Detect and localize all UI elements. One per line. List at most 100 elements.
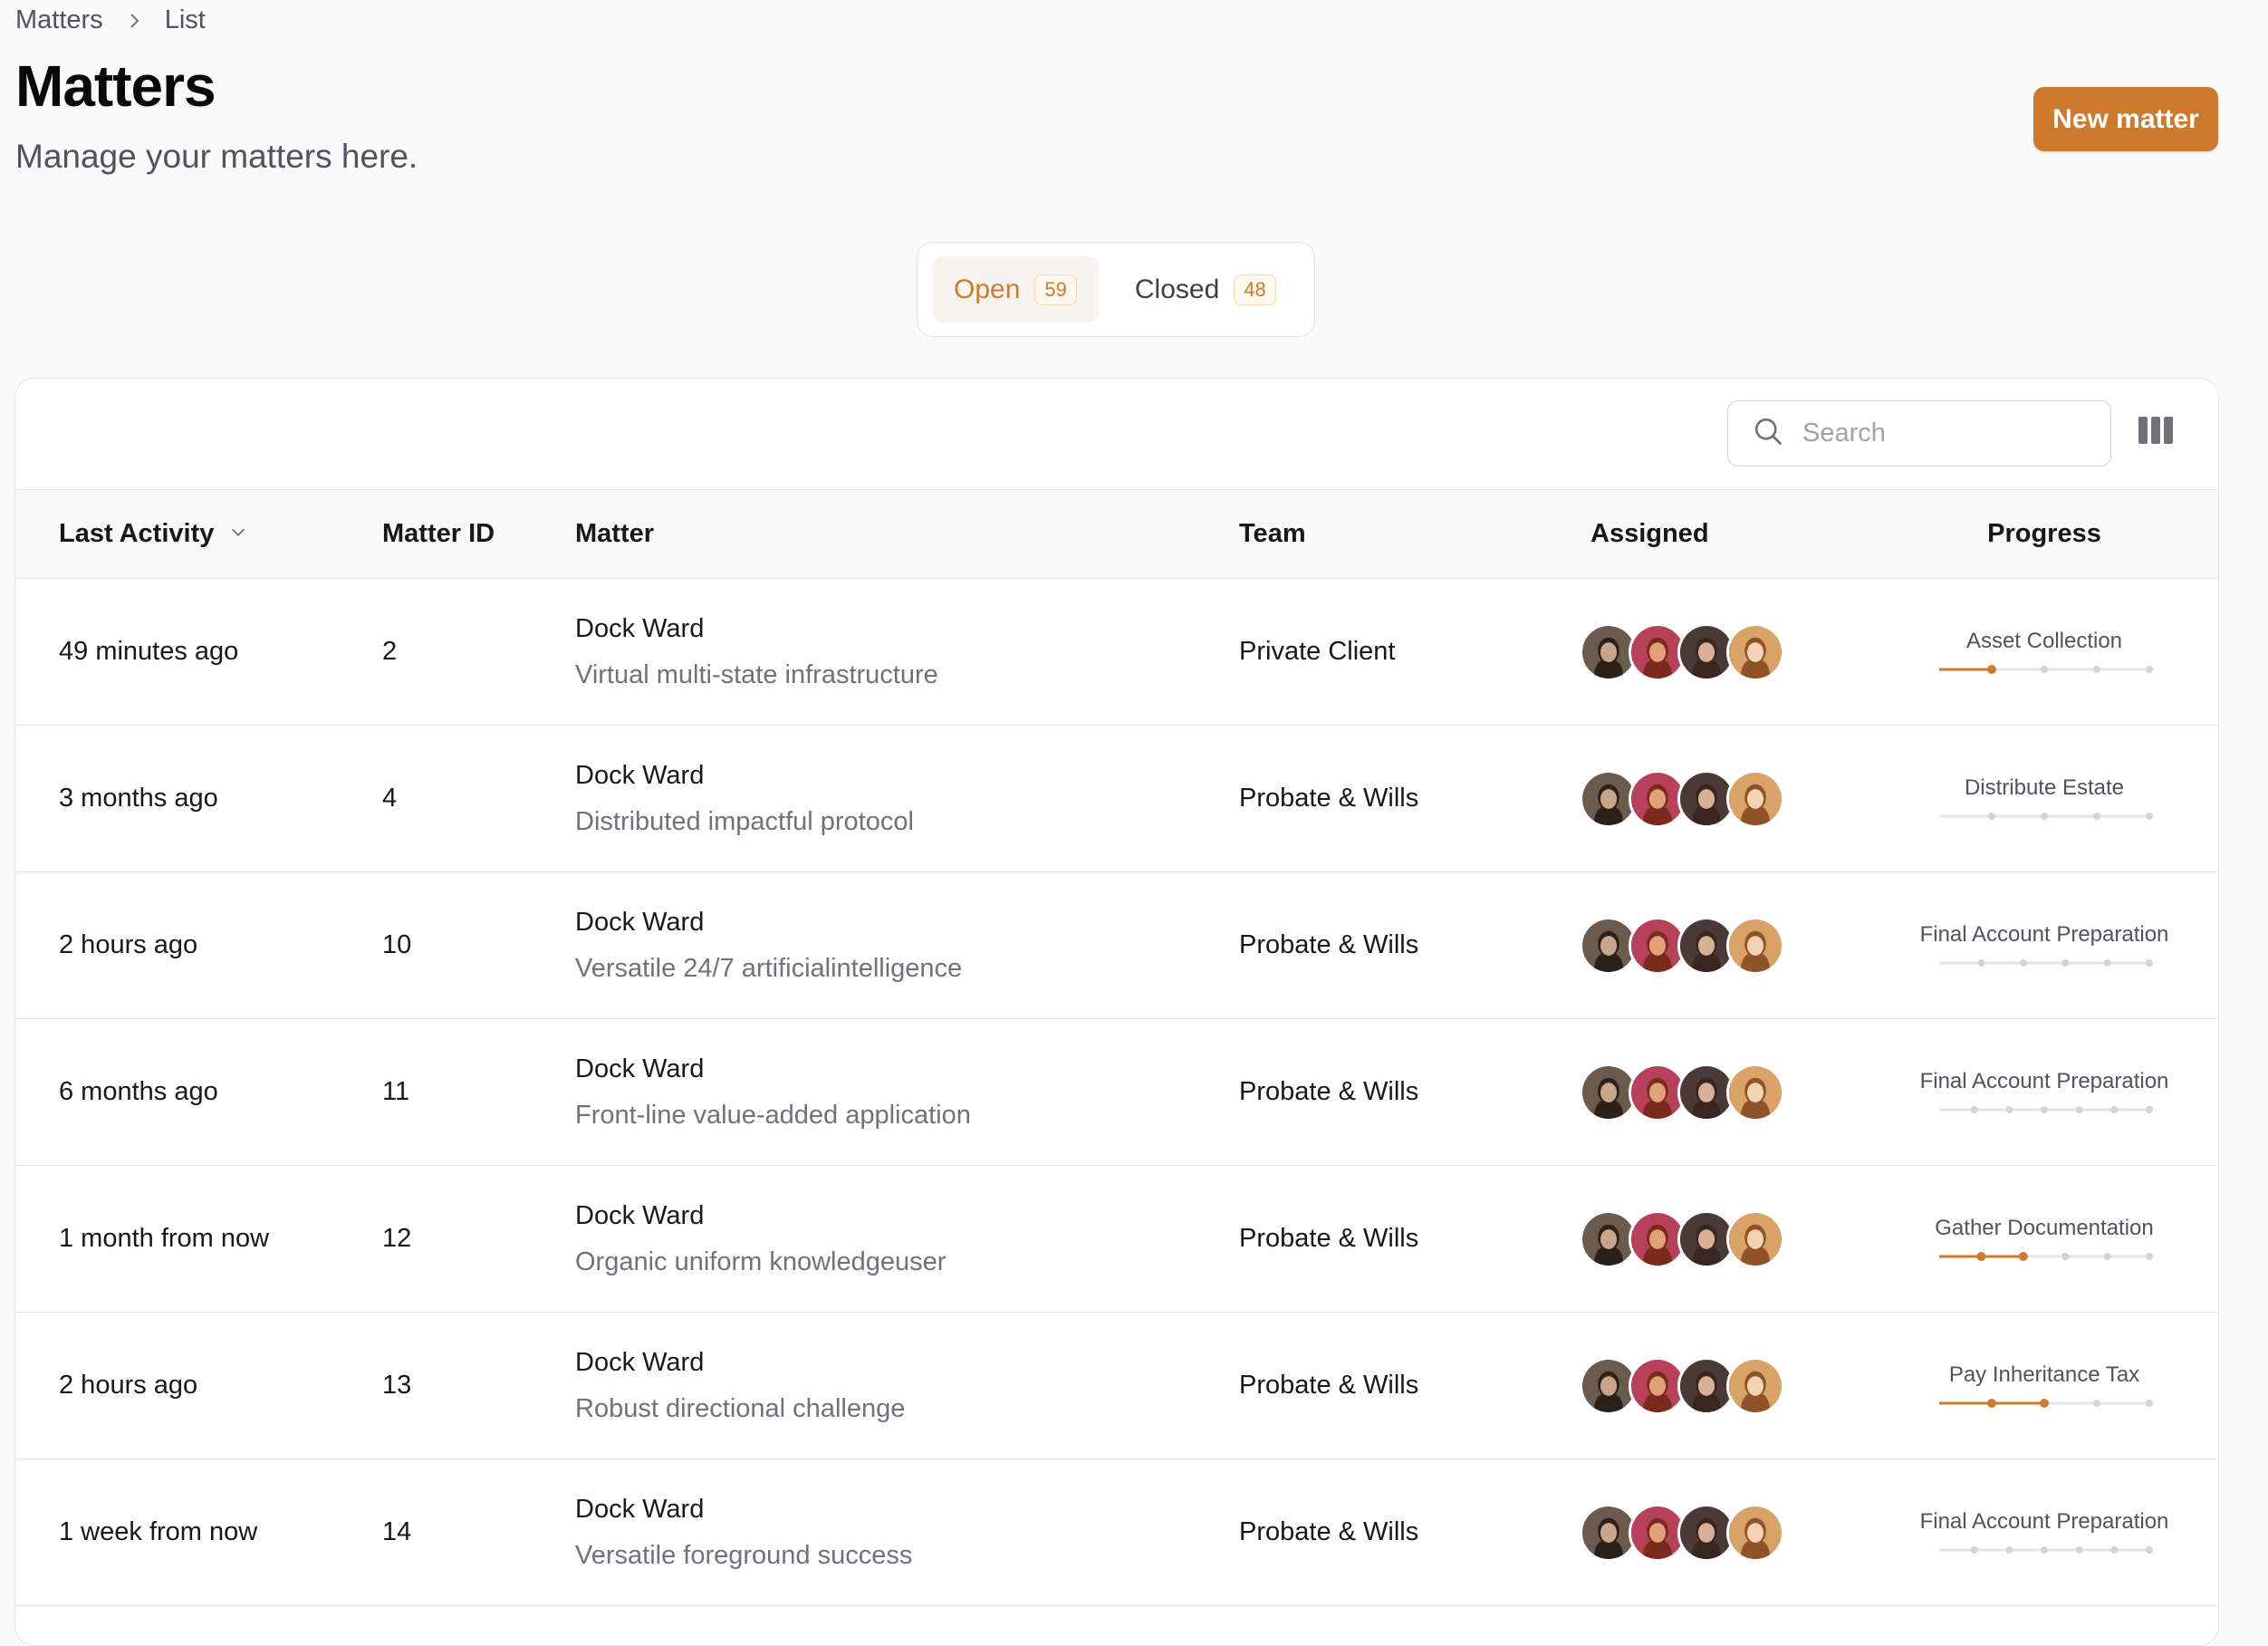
matter-description: Robust directional challenge	[575, 1393, 906, 1423]
progress-stepper	[1939, 1251, 2153, 1261]
assigned-avatars[interactable]	[1580, 1209, 1784, 1268]
chevron-right-icon	[123, 10, 145, 32]
table-row[interactable]: 1 month from now 12 Dock Ward Organic unifo…	[15, 1166, 2218, 1313]
matter-name[interactable]: Dock Ward	[575, 1054, 704, 1084]
table-row[interactable]: 2 hours ago 13 Dock Ward Robust directional…	[15, 1313, 2218, 1459]
progress-stepper	[1939, 1105, 2153, 1113]
matter-name[interactable]: Dock Ward	[575, 908, 704, 938]
cell-team: Probate & Wills	[1239, 1224, 1419, 1253]
table-row[interactable]: 1 week from now 14 Dock Ward Versatile fore…	[15, 1459, 2218, 1606]
progress-step-dot	[2061, 1252, 2070, 1260]
progress-step-dot	[1970, 1105, 1978, 1113]
assigned-avatars[interactable]	[1580, 769, 1784, 828]
cell-last-activity: 1 month from now	[59, 1224, 270, 1253]
cell-last-activity: 2 hours ago	[59, 930, 198, 959]
progress-step-dot	[2019, 958, 2027, 967]
cell-team: Probate & Wills	[1239, 1077, 1419, 1106]
cell-team: Probate & Wills	[1239, 930, 1419, 959]
cell-last-activity: 3 months ago	[59, 784, 218, 813]
table-row[interactable]: 6 months ago 11 Dock Ward Front-line value-…	[15, 1019, 2218, 1166]
table-row[interactable]: 2 hours ago 10 Dock Ward Versatile 24/7 art…	[15, 872, 2218, 1019]
progress-step-dot	[2041, 1105, 2048, 1113]
progress-step-dot	[2103, 1252, 2111, 1260]
cell-assigned	[1580, 1313, 1784, 1458]
progress-step-dot	[1977, 958, 1985, 967]
cell-progress: Asset Collection	[1908, 579, 2180, 725]
progress-stepper	[1939, 664, 2153, 674]
progress-label: Asset Collection	[1965, 628, 2123, 653]
th-assigned: Assigned	[1590, 519, 1709, 548]
avatar[interactable]	[1726, 1209, 1784, 1268]
matter-name[interactable]: Dock Ward	[575, 761, 704, 791]
progress-label: Final Account Preparation	[1919, 1508, 2169, 1534]
matters-table-card: Last Activity Matter ID Matter Team Assi…	[14, 378, 2219, 1646]
breadcrumb-matters-link[interactable]: Matters	[15, 5, 103, 35]
assigned-avatars[interactable]	[1580, 1503, 1784, 1562]
cell-assigned	[1580, 726, 1784, 871]
cell-team: Probate & Wills	[1239, 1517, 1419, 1546]
cell-matter: Dock Ward Robust directional challenge	[575, 1313, 905, 1458]
th-last-activity-label: Last Activity	[59, 519, 215, 548]
cell-matter: Dock Ward Virtual multi-state infrastruct…	[575, 579, 938, 725]
avatar[interactable]	[1726, 622, 1784, 681]
cell-assigned	[1580, 579, 1784, 725]
progress-step-dot	[2005, 1105, 2013, 1113]
avatar[interactable]	[1726, 1063, 1784, 1121]
search-input[interactable]	[1801, 418, 2094, 449]
cell-progress: Distribute Estate	[1908, 726, 2180, 871]
cell-assigned	[1580, 1019, 1784, 1165]
tab-open[interactable]: Open 59	[932, 256, 1099, 322]
progress-step-dot	[1970, 1545, 1978, 1554]
avatar[interactable]	[1726, 916, 1784, 975]
cell-assigned	[1580, 1166, 1784, 1312]
cell-assigned	[1580, 1459, 1784, 1605]
assigned-avatars[interactable]	[1580, 1063, 1784, 1121]
tab-closed-count: 48	[1234, 274, 1276, 305]
cell-assigned	[1580, 872, 1784, 1018]
progress-step-dot	[2146, 1105, 2153, 1113]
search-icon	[1752, 415, 1784, 452]
breadcrumb-current: List	[164, 5, 206, 34]
progress-step-dot	[2110, 1545, 2119, 1554]
progress-step-dot	[1987, 1398, 1996, 1408]
table-body: 49 minutes ago 2 Dock Ward Virtual multi-st…	[15, 579, 2218, 1606]
matter-description: Versatile foreground success	[575, 1540, 913, 1570]
matter-name[interactable]: Dock Ward	[575, 614, 704, 644]
cell-matter-id: 4	[382, 784, 398, 813]
tab-open-count: 59	[1034, 274, 1077, 305]
assigned-avatars[interactable]	[1580, 622, 1784, 681]
avatar[interactable]	[1726, 1356, 1784, 1415]
progress-step-dot	[2005, 1545, 2013, 1554]
progress-step-dot	[2146, 1252, 2153, 1260]
page-title: Matters	[15, 53, 216, 119]
cell-matter-id: 2	[382, 637, 398, 666]
matter-name[interactable]: Dock Ward	[575, 1201, 704, 1231]
avatar[interactable]	[1726, 769, 1784, 828]
progress-step-dot	[2041, 1545, 2048, 1554]
table-toolbar	[15, 379, 2218, 490]
progress-label: Gather Documentation	[1935, 1215, 2154, 1240]
table-row[interactable]: 3 months ago 4 Dock Ward Distributed impact…	[15, 726, 2218, 872]
progress-step-dot	[2075, 1545, 2083, 1554]
progress-step-dot	[2075, 1105, 2083, 1113]
assigned-avatars[interactable]	[1580, 916, 1784, 975]
matter-name[interactable]: Dock Ward	[575, 1348, 704, 1378]
matter-description: Virtual multi-state infrastructure	[575, 659, 938, 689]
new-matter-button[interactable]: New matter	[2033, 87, 2218, 151]
matter-description: Versatile 24/7 artificialintelligence	[575, 953, 963, 983]
progress-step-dot	[2040, 1398, 2049, 1408]
progress-step-dot	[2041, 812, 2048, 820]
cell-team: Probate & Wills	[1239, 784, 1419, 813]
cell-last-activity: 49 minutes ago	[59, 637, 239, 666]
avatar[interactable]	[1726, 1503, 1784, 1562]
assigned-avatars[interactable]	[1580, 1356, 1784, 1415]
progress-step-dot	[2061, 958, 2070, 967]
columns-toggle-button[interactable]	[2138, 417, 2173, 451]
progress-stepper	[1939, 1545, 2153, 1554]
progress-step-dot	[2093, 665, 2100, 673]
matter-name[interactable]: Dock Ward	[575, 1495, 704, 1525]
table-row[interactable]: 49 minutes ago 2 Dock Ward Virtual multi-st…	[15, 579, 2218, 726]
cell-matter: Dock Ward Front-line value-added applicat…	[575, 1019, 971, 1165]
th-last-activity[interactable]: Last Activity	[59, 490, 248, 578]
tab-closed[interactable]: Closed 48	[1113, 256, 1298, 322]
